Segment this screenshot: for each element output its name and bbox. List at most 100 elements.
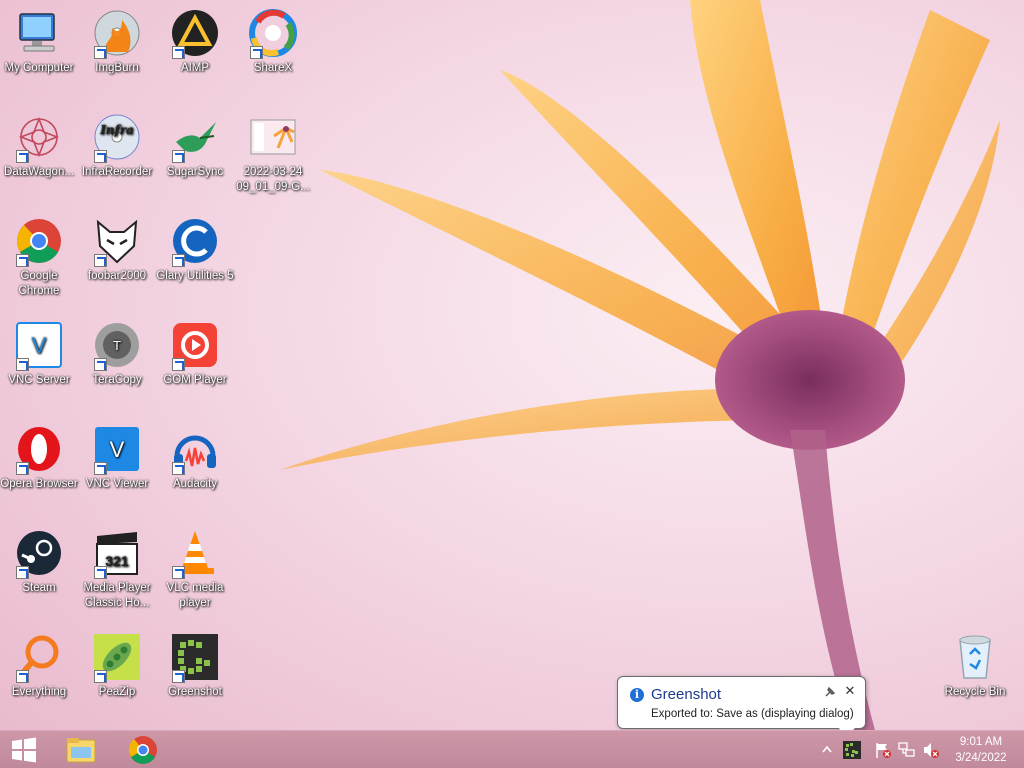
desktop-icon-label: GOM Player	[163, 374, 227, 386]
aimp-triangle-icon	[170, 8, 220, 59]
desktop-icon-datawagon[interactable]: DataWagon...	[0, 106, 78, 180]
shortcut-arrow-icon	[16, 462, 29, 475]
image-file-icon	[248, 112, 298, 162]
svg-text:321: 321	[105, 553, 129, 569]
action-center-flag-icon[interactable]	[874, 741, 892, 759]
desktop-icon-label: Glary Utilities 5	[156, 270, 234, 282]
shortcut-arrow-icon	[172, 46, 185, 59]
desktop-icon-label: PeaZip	[98, 686, 136, 698]
desktop-icon-label: InfraRecorder	[81, 166, 153, 178]
svg-text:Infra: Infra	[99, 123, 134, 137]
vlc-cone-icon	[170, 528, 220, 579]
desktop-icon-label: Recycle Bin	[944, 686, 1006, 698]
clock-time: 9:01 AM	[959, 736, 1003, 748]
shortcut-arrow-icon	[16, 358, 29, 371]
vnc-server-icon: V	[14, 320, 64, 371]
taskbar-clock[interactable]: 9:01 AM 3/24/2022	[948, 734, 1014, 766]
desktop-icon-label: Google Chrome	[18, 270, 60, 297]
shortcut-arrow-icon	[172, 462, 185, 475]
desktop-icon-recycle-bin[interactable]: Recycle Bin	[936, 626, 1014, 700]
desktop-icon-teracopy[interactable]: T TeraCopy	[78, 314, 156, 388]
desktop-icon-everything[interactable]: Everything	[0, 626, 78, 700]
shortcut-arrow-icon	[172, 566, 185, 579]
pin-icon[interactable]	[824, 686, 836, 698]
steam-icon	[14, 528, 64, 579]
foobar-cat-icon	[92, 216, 142, 267]
notification-title: Greenshot	[651, 686, 722, 703]
desktop-icon-label: AIMP	[180, 62, 210, 74]
desktop-icon-label: DataWagon...	[4, 166, 74, 178]
desktop-icon-audacity[interactable]: Audacity	[156, 418, 234, 492]
desktop-icon-label: 2022-03-24 09_01_09-G...	[236, 166, 310, 193]
hummingbird-icon	[170, 112, 220, 163]
notification-message: Exported to: Save as (displaying dialog)	[651, 708, 854, 720]
show-hidden-icons-chevron-icon[interactable]	[822, 741, 832, 759]
shortcut-arrow-icon	[250, 46, 263, 59]
recycle-bin-icon	[950, 632, 1000, 682]
shortcut-arrow-icon	[94, 254, 107, 267]
vnc-viewer-icon: V	[92, 424, 142, 475]
everything-magnifier-icon	[14, 632, 64, 683]
desktop-icon-sharex[interactable]: ShareX	[234, 2, 312, 76]
desktop-icon-screenshot-file[interactable]: 2022-03-24 09_01_09-G...	[234, 106, 312, 195]
disc-flame-icon	[92, 8, 142, 59]
svg-text:T: T	[113, 338, 121, 353]
desktop-icon-infrarecorder[interactable]: Infra InfraRecorder	[78, 106, 156, 180]
desktop-icon-steam[interactable]: Steam	[0, 522, 78, 596]
start-icon[interactable]	[8, 734, 40, 766]
shortcut-arrow-icon	[172, 254, 185, 267]
audacity-headphones-icon	[170, 424, 220, 475]
desktop-icon-aimp[interactable]: AIMP	[156, 2, 234, 76]
desktop-icon-vlc[interactable]: VLC media player	[156, 522, 234, 611]
teracopy-icon: T	[92, 320, 142, 371]
infrarecorder-disc-icon: Infra	[92, 112, 142, 163]
sharex-icon	[248, 8, 298, 59]
svg-text:V: V	[32, 333, 47, 358]
desktop-icon-vnc-server[interactable]: V VNC Server	[0, 314, 78, 388]
desktop-icon-label: Audacity	[172, 478, 218, 490]
desktop-icon-label: Opera Browser	[0, 478, 78, 490]
desktop-icon-label: ImgBurn	[95, 62, 139, 74]
close-icon[interactable]: ✕	[843, 683, 857, 699]
network-icon[interactable]	[898, 741, 916, 759]
taskbar: 9:01 AM 3/24/2022	[0, 730, 1024, 768]
desktop-icon-label: Media Player Classic Ho...	[83, 582, 151, 609]
desktop-icon-peazip[interactable]: PeaZip	[78, 626, 156, 700]
desktop-icon-google-chrome[interactable]: Google Chrome	[0, 210, 78, 299]
mpc-clapper-icon: 321	[92, 528, 142, 579]
shortcut-arrow-icon	[94, 150, 107, 163]
desktop-icon-mpc-hc[interactable]: 321 Media Player Classic Ho...	[78, 522, 156, 611]
desktop-icon-gom-player[interactable]: GOM Player	[156, 314, 234, 388]
desktop-icon-opera-browser[interactable]: Opera Browser	[0, 418, 78, 492]
desktop-icon-vnc-viewer[interactable]: V VNC Viewer	[78, 418, 156, 492]
computer-icon	[14, 8, 64, 58]
desktop-icon-sugarsync[interactable]: SugarSync	[156, 106, 234, 180]
shortcut-arrow-icon	[16, 254, 29, 267]
shortcut-arrow-icon	[16, 150, 29, 163]
shortcut-arrow-icon	[16, 566, 29, 579]
shortcut-arrow-icon	[172, 150, 185, 163]
desktop-icon-label: My Computer	[4, 62, 74, 74]
file-explorer-icon[interactable]	[64, 734, 98, 766]
volume-muted-icon[interactable]	[922, 741, 940, 759]
shortcut-arrow-icon	[94, 358, 107, 371]
greenshot-tray-icon[interactable]	[843, 741, 861, 759]
desktop-icon-foobar2000[interactable]: foobar2000	[78, 210, 156, 284]
desktop-icon-label: foobar2000	[87, 270, 147, 282]
greenshot-notification[interactable]: i Greenshot Exported to: Save as (displa…	[617, 676, 866, 729]
shortcut-arrow-icon	[94, 462, 107, 475]
greenshot-icon	[170, 632, 220, 683]
desktop-icon-label: VNC Viewer	[85, 478, 149, 490]
desktop-icon-label: Greenshot	[168, 686, 222, 698]
gom-player-icon	[170, 320, 220, 371]
chrome-icon[interactable]	[126, 734, 160, 766]
desktop-icon-glary-utilities[interactable]: Glary Utilities 5	[156, 210, 234, 284]
desktop-icon-greenshot[interactable]: Greenshot	[156, 626, 234, 700]
desktop-icon-imgburn[interactable]: ImgBurn	[78, 2, 156, 76]
datawagon-icon	[14, 112, 64, 163]
chrome-icon	[14, 216, 64, 267]
desktop-icon-my-computer[interactable]: My Computer	[0, 2, 78, 76]
svg-text:V: V	[110, 437, 125, 462]
info-icon: i	[630, 688, 644, 702]
glary-icon	[170, 216, 220, 267]
